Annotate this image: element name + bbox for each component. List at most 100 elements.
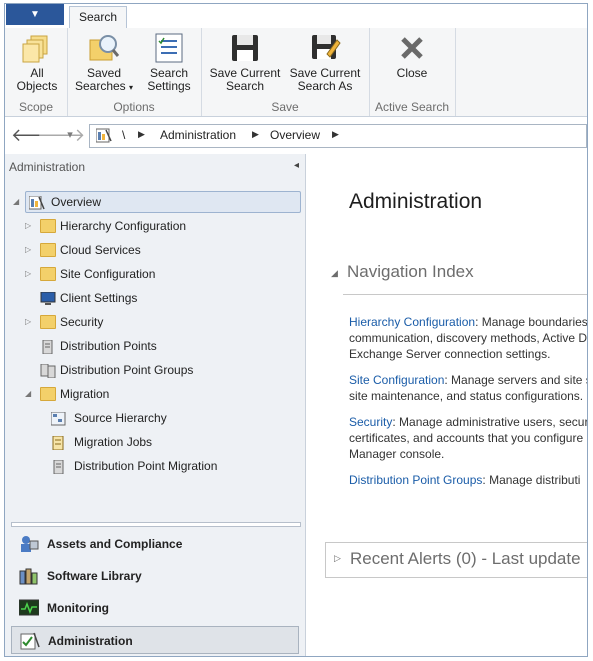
group-label-save: Save bbox=[271, 100, 299, 114]
collapsed-arrow-icon: ▷ bbox=[25, 245, 32, 254]
ribbon: All Objects Scope Saved Searches ▾ Searc… bbox=[5, 28, 587, 117]
server-icon bbox=[51, 459, 67, 475]
search-settings-button[interactable]: Search Settings bbox=[139, 32, 199, 93]
group-scope: All Objects Scope bbox=[5, 28, 68, 116]
tree-label: Client Settings bbox=[60, 291, 138, 305]
workspace-monitoring[interactable]: Monitoring bbox=[11, 594, 299, 622]
save-current-label-2: Search bbox=[225, 79, 265, 93]
address-bar: 🡐 🡒 ▾ \ ▶ Administration ▶ Overview ▶ bbox=[5, 122, 587, 150]
folder-icon bbox=[40, 219, 56, 233]
tree-item-distribution-point-migration[interactable]: Distribution Point Migration bbox=[51, 455, 295, 477]
recent-alerts-section[interactable]: ▷ Recent Alerts (0) - Last update bbox=[325, 542, 587, 578]
section-divider bbox=[343, 294, 587, 295]
tree-label: Overview bbox=[51, 195, 102, 209]
breadcrumb[interactable]: \ ▶ Administration ▶ Overview ▶ bbox=[89, 124, 587, 148]
group-label-scope: Scope bbox=[18, 100, 54, 114]
app-menu-button[interactable]: ▼ bbox=[6, 4, 64, 25]
save-current-search-button[interactable]: Save Current Search bbox=[207, 32, 283, 93]
nav-entry-text: : Manage distributi bbox=[482, 473, 581, 487]
folder-icon bbox=[40, 315, 56, 329]
close-search-button[interactable]: Close bbox=[379, 32, 445, 80]
tree-label: Cloud Services bbox=[60, 243, 141, 257]
chevron-down-icon: ▼ bbox=[30, 9, 40, 20]
link-security[interactable]: Security bbox=[349, 415, 392, 429]
dropdown-arrow-icon: ▾ bbox=[129, 83, 134, 92]
tree-item-distribution-point-groups[interactable]: Distribution Point Groups bbox=[25, 359, 295, 381]
ribbon-tab-bar: ▼ Search bbox=[5, 4, 587, 30]
save-current-search-as-button[interactable]: Save Current Search As bbox=[287, 32, 363, 93]
server-icon bbox=[40, 339, 56, 355]
tree-label: Site Configuration bbox=[60, 267, 156, 281]
nav-entry-text: communication, discovery methods, Active… bbox=[349, 331, 587, 345]
collapsed-arrow-icon: ▷ bbox=[25, 221, 32, 230]
collapse-pane-button[interactable]: ◂ bbox=[294, 160, 299, 171]
chevron-down-icon: ▾ bbox=[67, 129, 73, 141]
nav-entry-hierarchy-configuration: Hierarchy Configuration: Manage boundari… bbox=[349, 314, 587, 362]
section-collapsed-arrow-icon: ▷ bbox=[334, 553, 341, 563]
server-group-icon bbox=[40, 363, 56, 379]
tree-item-migration[interactable]: ◢ Migration bbox=[25, 383, 295, 405]
monitoring-icon bbox=[18, 599, 40, 617]
tree-item-source-hierarchy[interactable]: Source Hierarchy bbox=[50, 407, 295, 429]
tree-item-site-configuration[interactable]: ▷ Site Configuration bbox=[25, 263, 295, 285]
tree-item-security[interactable]: ▷ Security bbox=[25, 311, 295, 333]
breadcrumb-separator-icon: ▶ bbox=[138, 129, 145, 139]
tree-item-distribution-points[interactable]: Distribution Points bbox=[25, 335, 295, 357]
link-distribution-point-groups[interactable]: Distribution Point Groups bbox=[349, 473, 482, 487]
all-objects-button[interactable]: All Objects bbox=[9, 32, 65, 93]
folder-icon bbox=[40, 267, 56, 281]
collapsed-arrow-icon: ▷ bbox=[25, 269, 32, 278]
forward-button[interactable]: 🡒 bbox=[37, 126, 85, 146]
tree-item-overview[interactable]: ◢ Overview bbox=[11, 191, 301, 213]
all-objects-label: All Objects bbox=[16, 66, 58, 93]
nav-entry-text: certificates, and accounts that you conf… bbox=[349, 431, 587, 445]
expanded-arrow-icon: ◢ bbox=[13, 197, 20, 206]
nav-entry-distribution-point-groups: Distribution Point Groups: Manage distri… bbox=[349, 472, 587, 488]
floppy-disk-icon bbox=[229, 32, 261, 64]
link-hierarchy-configuration[interactable]: Hierarchy Configuration bbox=[349, 315, 475, 329]
saved-searches-button[interactable]: Saved Searches ▾ bbox=[73, 32, 135, 94]
workspace-label: Administration bbox=[48, 634, 133, 648]
chevron-left-icon: ◂ bbox=[293, 160, 299, 171]
link-site-configuration[interactable]: Site Configuration bbox=[349, 373, 444, 387]
navigation-index-heading: Navigation Index bbox=[347, 262, 474, 281]
tree-label: Source Hierarchy bbox=[74, 411, 167, 425]
workspace-assets-and-compliance[interactable]: Assets and Compliance bbox=[11, 530, 299, 558]
workspace-administration[interactable]: Administration bbox=[11, 626, 299, 654]
tree-label: Distribution Points bbox=[60, 339, 157, 353]
workspace-software-library[interactable]: Software Library bbox=[11, 562, 299, 590]
nav-entry-site-configuration: Site Configuration: Manage servers and s… bbox=[349, 372, 587, 404]
page-title: Administration bbox=[349, 190, 483, 213]
tab-search[interactable]: Search bbox=[69, 6, 127, 30]
save-as-label-2: Search As bbox=[297, 79, 353, 93]
breadcrumb-administration[interactable]: Administration bbox=[160, 128, 236, 142]
tree-label: Distribution Point Migration bbox=[74, 459, 218, 473]
tree-label: Migration bbox=[60, 387, 110, 401]
close-label: Close bbox=[396, 66, 428, 80]
breadcrumb-overview[interactable]: Overview bbox=[270, 128, 320, 142]
forward-arrow-icon: 🡒 bbox=[37, 125, 86, 145]
content-pane: Administration ◢ Navigation Index Hierar… bbox=[307, 154, 587, 656]
floppy-disk-pencil-icon bbox=[309, 32, 341, 64]
tree-item-migration-jobs[interactable]: Migration Jobs bbox=[51, 431, 295, 453]
close-icon bbox=[396, 32, 428, 64]
workspace-splitter[interactable] bbox=[11, 522, 301, 527]
tree-item-cloud-services[interactable]: ▷ Cloud Services bbox=[25, 239, 295, 261]
group-save: Save Current Search Save Current Search … bbox=[201, 28, 370, 116]
migration-job-icon bbox=[51, 435, 67, 451]
history-dropdown-button[interactable]: ▾ bbox=[63, 126, 77, 146]
tree-item-client-settings[interactable]: Client Settings bbox=[25, 287, 295, 309]
folder-open-icon bbox=[40, 387, 56, 401]
workspace-label: Assets and Compliance bbox=[47, 537, 183, 551]
administration-node-icon bbox=[95, 128, 112, 143]
tree-item-hierarchy-configuration[interactable]: ▷ Hierarchy Configuration bbox=[25, 215, 295, 237]
computer-icon bbox=[40, 291, 56, 305]
section-expanded-arrow-icon[interactable]: ◢ bbox=[331, 268, 338, 279]
tree-label: Migration Jobs bbox=[74, 435, 153, 449]
back-button[interactable]: 🡐 bbox=[11, 126, 59, 146]
breadcrumb-root[interactable]: \ bbox=[122, 128, 125, 142]
nav-entry-text: site maintenance, and status configurati… bbox=[349, 389, 584, 403]
saved-searches-icon bbox=[88, 32, 120, 64]
nav-entry-text: : Manage administrative users, securi bbox=[392, 415, 587, 429]
group-label-options: Options bbox=[113, 100, 155, 114]
